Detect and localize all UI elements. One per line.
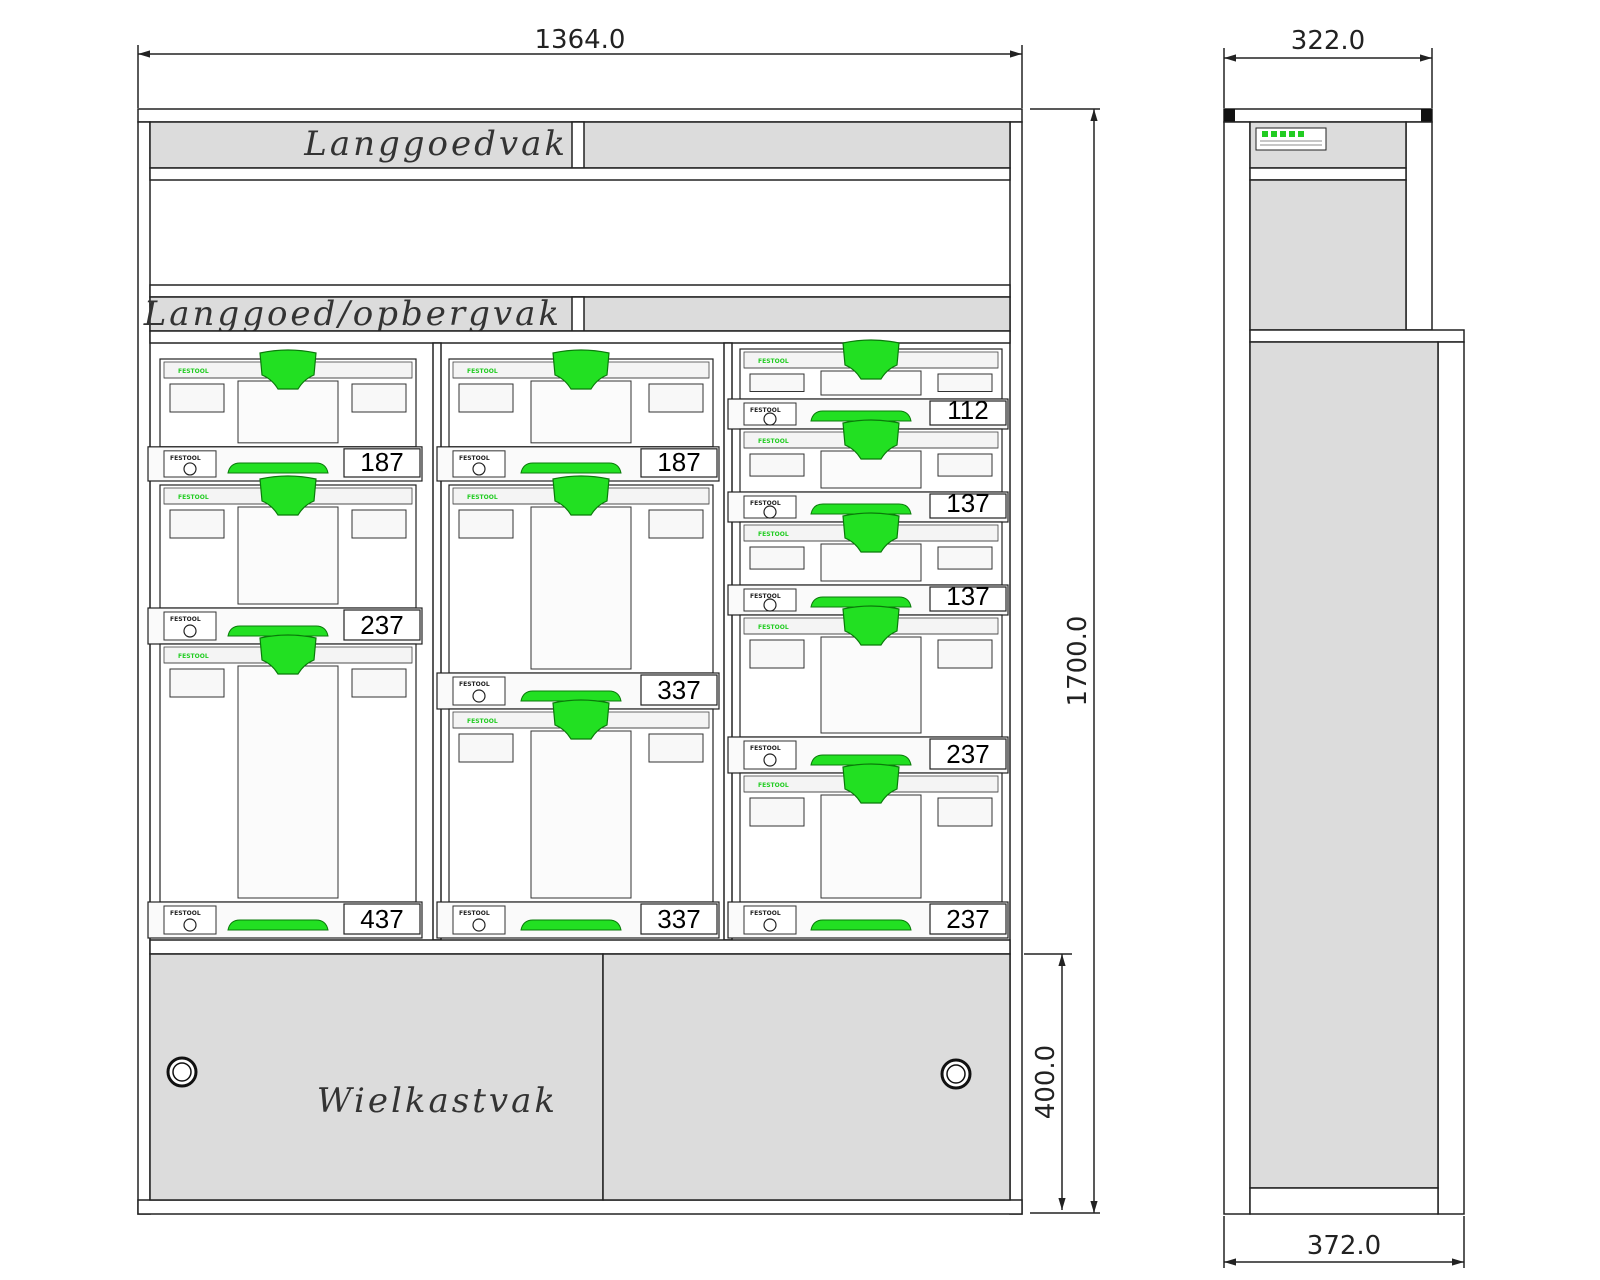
systainer-size-label: 137	[946, 488, 989, 518]
svg-text:FESTOOL: FESTOOL	[170, 910, 201, 917]
wheel-hole-left	[166, 1056, 198, 1088]
svg-text:FESTOOL: FESTOOL	[467, 494, 498, 501]
svg-text:FESTOOL: FESTOOL	[758, 624, 789, 631]
front-width-dimension: 1364.0	[535, 25, 626, 55]
svg-text:FESTOOL: FESTOOL	[459, 681, 490, 688]
long-goods-storage-label: Langgoed/opbergvak	[143, 294, 562, 334]
systainer-size-label: 187	[657, 447, 700, 477]
svg-text:FESTOOL: FESTOOL	[758, 531, 789, 538]
systainer-left-2: FESTOOL FESTOOL 237	[147, 475, 423, 645]
svg-text:FESTOOL: FESTOOL	[467, 368, 498, 375]
systainer-middle-1: FESTOOL FESTOOL 187	[436, 349, 720, 482]
systainer-right-5: FESTOOL FESTOOL 237	[727, 763, 1009, 939]
svg-text:FESTOOL: FESTOOL	[758, 358, 789, 365]
cabinet-drawing: 1364.0 Langgoedvak Langgoed/opbergvak Wi…	[137, 25, 1465, 1268]
svg-text:FESTOOL: FESTOOL	[459, 910, 490, 917]
base-height-dimension: 400.0	[1031, 1045, 1061, 1119]
systainer-stack: FESTOOLFESTOOL 187FESTOOLFESTOOL 237FESTOO…	[147, 339, 1009, 939]
systainer-size-label: 137	[946, 581, 989, 611]
wheel-case-label: Wielkastvak	[317, 1081, 558, 1121]
total-height-dimension: 1700.0	[1063, 616, 1093, 707]
systainer-size-label: 237	[360, 610, 403, 640]
long-goods-label: Langgoedvak	[303, 124, 568, 164]
systainer-right-3: FESTOOL FESTOOL 137	[727, 512, 1009, 616]
systainer-size-label: 337	[657, 675, 700, 705]
svg-text:FESTOOL: FESTOOL	[459, 455, 490, 462]
svg-text:FESTOOL: FESTOOL	[750, 407, 781, 414]
svg-text:FESTOOL: FESTOOL	[170, 616, 201, 623]
svg-text:FESTOOL: FESTOOL	[758, 438, 789, 445]
svg-text:FESTOOL: FESTOOL	[750, 745, 781, 752]
systainer-size-label: 187	[360, 447, 403, 477]
svg-text:FESTOOL: FESTOOL	[178, 653, 209, 660]
side-view: 322.0 372.0	[1223, 26, 1465, 1268]
svg-text:FESTOOL: FESTOOL	[467, 718, 498, 725]
svg-text:FESTOOL: FESTOOL	[178, 494, 209, 501]
systainer-size-label: 437	[360, 904, 403, 934]
svg-text:FESTOOL: FESTOOL	[750, 593, 781, 600]
wheel-case-compartment-left	[149, 953, 604, 1201]
systainer-right-1: FESTOOL FESTOOL 112	[727, 339, 1009, 430]
side-top-depth-dimension: 322.0	[1291, 26, 1365, 56]
front-view: 1364.0 Langgoedvak Langgoed/opbergvak Wi…	[137, 25, 1100, 1215]
svg-text:FESTOOL: FESTOOL	[750, 910, 781, 917]
systainer-size-label: 337	[657, 904, 700, 934]
systainer-size-label: 237	[946, 904, 989, 934]
systainer-size-label: 237	[946, 739, 989, 769]
systainer-left-1: FESTOOL FESTOOL 187	[147, 349, 423, 482]
systainer-middle-2: FESTOOL FESTOOL 337	[436, 475, 720, 710]
side-bottom-depth-dimension: 372.0	[1307, 1231, 1381, 1261]
systainer-middle-3: FESTOOL FESTOOL 337	[436, 699, 720, 939]
systainer-right-2: FESTOOL FESTOOL 137	[727, 419, 1009, 523]
svg-text:FESTOOL: FESTOOL	[178, 368, 209, 375]
svg-text:FESTOOL: FESTOOL	[750, 500, 781, 507]
svg-text:FESTOOL: FESTOOL	[170, 455, 201, 462]
wheel-hole-right	[940, 1058, 972, 1090]
systainer-right-4: FESTOOL FESTOOL 237	[727, 605, 1009, 774]
systainer-size-label: 112	[947, 395, 988, 425]
svg-text:FESTOOL: FESTOOL	[758, 782, 789, 789]
systainer-left-3: FESTOOL FESTOOL 437	[147, 634, 423, 939]
